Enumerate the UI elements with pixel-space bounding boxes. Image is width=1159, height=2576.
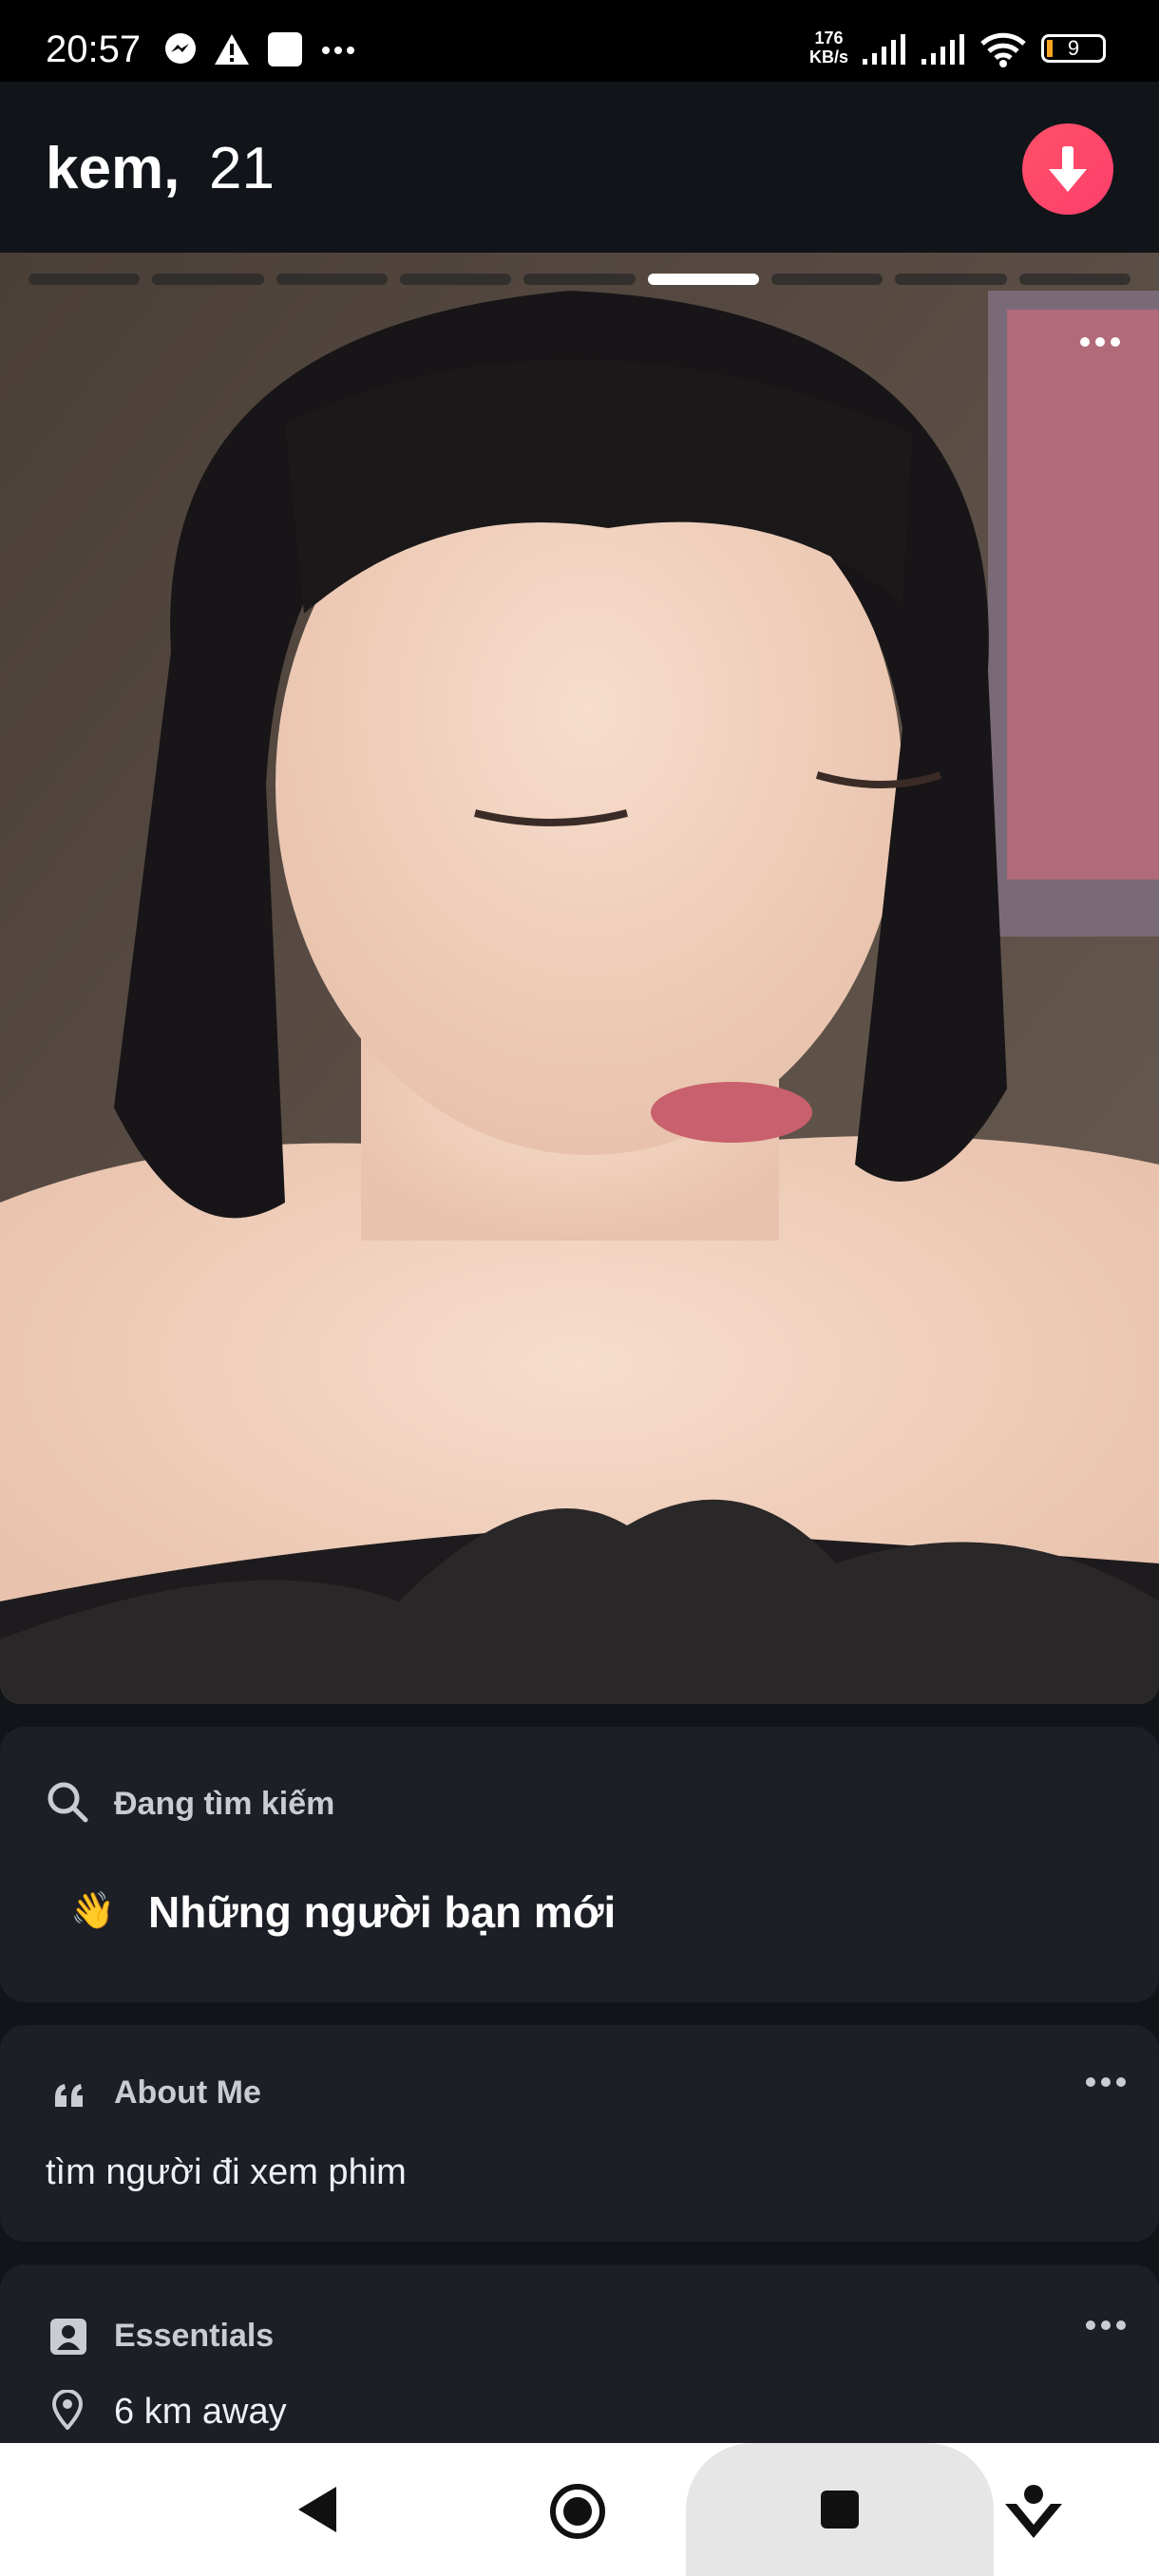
- looking-for-card: Đang tìm kiếm 👋 Những người bạn mới: [0, 1727, 1159, 2002]
- essentials-label: Essentials: [114, 2318, 275, 2354]
- looking-for-label: Đang tìm kiếm: [114, 1786, 335, 1822]
- photo-indicator[interactable]: [276, 274, 388, 285]
- profile-card-icon: [50, 2319, 86, 2355]
- about-me-card: About Me tìm người đi xem phim: [0, 2025, 1159, 2242]
- photo-indicator[interactable]: [28, 274, 141, 285]
- photo-indicator[interactable]: [895, 274, 1007, 285]
- distance-text: 6 km away: [114, 2392, 287, 2432]
- photo-progress: [28, 274, 1130, 285]
- network-speed-unit: KB/s: [809, 47, 849, 66]
- app-square-icon: [268, 32, 302, 66]
- profile-age: 21: [209, 136, 275, 201]
- photo-indicator[interactable]: [523, 274, 636, 285]
- status-time: 20:57: [46, 28, 142, 70]
- arrow-down-icon: [1049, 146, 1087, 192]
- about-me-text: tìm người đi xem phim: [46, 2152, 407, 2192]
- profile-photo-image: [0, 253, 1159, 1704]
- photo-indicator[interactable]: [770, 274, 884, 285]
- system-nav-bar: [0, 2443, 1159, 2576]
- profile-photo[interactable]: [0, 253, 1159, 1704]
- battery-level: [1047, 40, 1053, 57]
- status-bar: 20:57 176 KB/s 9: [0, 0, 1159, 82]
- profile-header: kem, 21: [0, 82, 1159, 253]
- signal-icon: [922, 34, 964, 65]
- search-icon: [48, 1782, 88, 1823]
- photo-indicator[interactable]: [1018, 274, 1130, 285]
- photo-indicator-active[interactable]: [647, 274, 759, 285]
- messenger-icon: [165, 33, 196, 64]
- looking-for-value: Những người bạn mới: [148, 1887, 617, 1937]
- quote-icon: [55, 2084, 83, 2107]
- recents-icon[interactable]: [819, 2489, 861, 2530]
- signal-icon: [863, 34, 905, 65]
- battery-icon: 9: [1041, 34, 1106, 63]
- home-icon[interactable]: [549, 2483, 606, 2540]
- network-speed: 176 KB/s: [809, 28, 848, 66]
- profile-name: kem,: [46, 136, 180, 201]
- collapse-profile-button[interactable]: [1022, 123, 1113, 215]
- wifi-icon: [980, 32, 1026, 67]
- more-dots-icon: [322, 47, 354, 54]
- more-options-icon[interactable]: [1085, 2076, 1127, 2088]
- more-options-icon[interactable]: [1085, 2320, 1127, 2331]
- photo-indicator[interactable]: [399, 274, 512, 285]
- about-me-label: About Me: [114, 2074, 261, 2111]
- battery-value: 9: [1067, 36, 1080, 60]
- wave-emoji-icon: 👋: [70, 1891, 116, 1931]
- warning-icon: [215, 34, 249, 65]
- photo-indicator[interactable]: [152, 274, 264, 285]
- back-icon[interactable]: [294, 2485, 338, 2534]
- more-options-icon[interactable]: [1079, 336, 1121, 348]
- assistant-icon[interactable]: [1003, 2483, 1064, 2542]
- location-pin-icon: [51, 2390, 84, 2430]
- network-speed-value: 176: [814, 28, 844, 47]
